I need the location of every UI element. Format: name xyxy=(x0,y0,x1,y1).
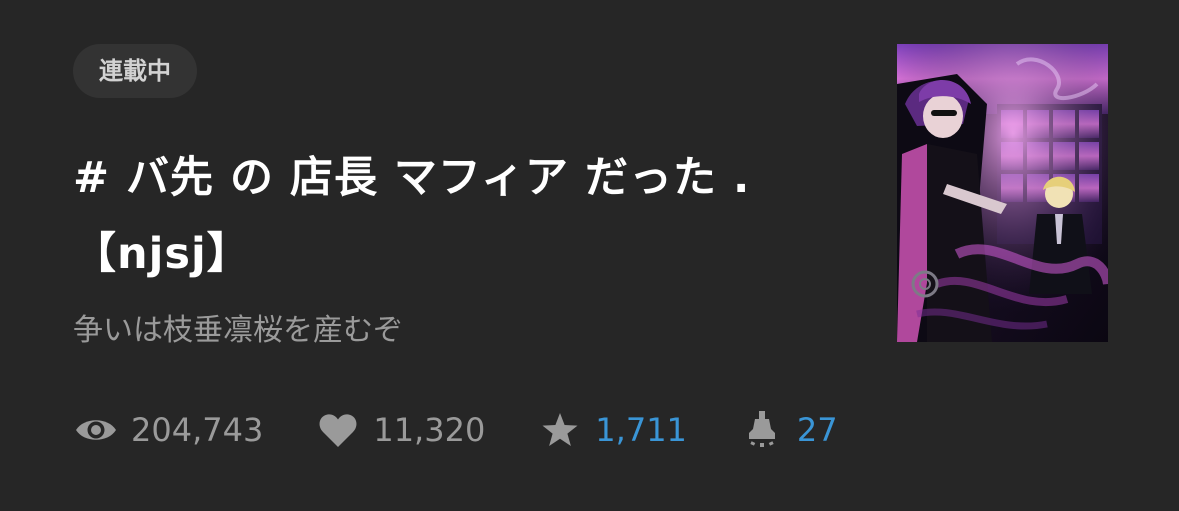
heart-icon xyxy=(315,407,361,453)
star-icon xyxy=(537,407,583,453)
stats-row: 204,743 11,320 1,711 27 xyxy=(73,404,890,456)
novel-subtitle: 争いは枝垂凛桜を産むぞ xyxy=(73,313,403,348)
novel-title[interactable]: # バ先 の 店長 マフィア だった .【njsj】 xyxy=(73,140,853,292)
views-count: 204,743 xyxy=(131,411,264,449)
views-stat: 204,743 xyxy=(73,404,263,456)
eye-icon xyxy=(73,407,119,453)
cover-image[interactable] xyxy=(897,44,1108,342)
comments-stat: 27 xyxy=(739,404,838,456)
likes-stat: 11,320 xyxy=(315,404,485,456)
comments-count: 27 xyxy=(796,411,838,449)
novel-card[interactable]: 連載中 # バ先 の 店長 マフィア だった .【njsj】 争いは枝垂凛桜を産… xyxy=(0,0,1179,511)
status-badge: 連載中 xyxy=(73,44,197,98)
likes-count: 11,320 xyxy=(373,411,486,449)
bookmarks-count: 1,711 xyxy=(595,411,687,449)
lamp-icon xyxy=(739,407,785,453)
bookmarks-stat: 1,711 xyxy=(537,404,687,456)
